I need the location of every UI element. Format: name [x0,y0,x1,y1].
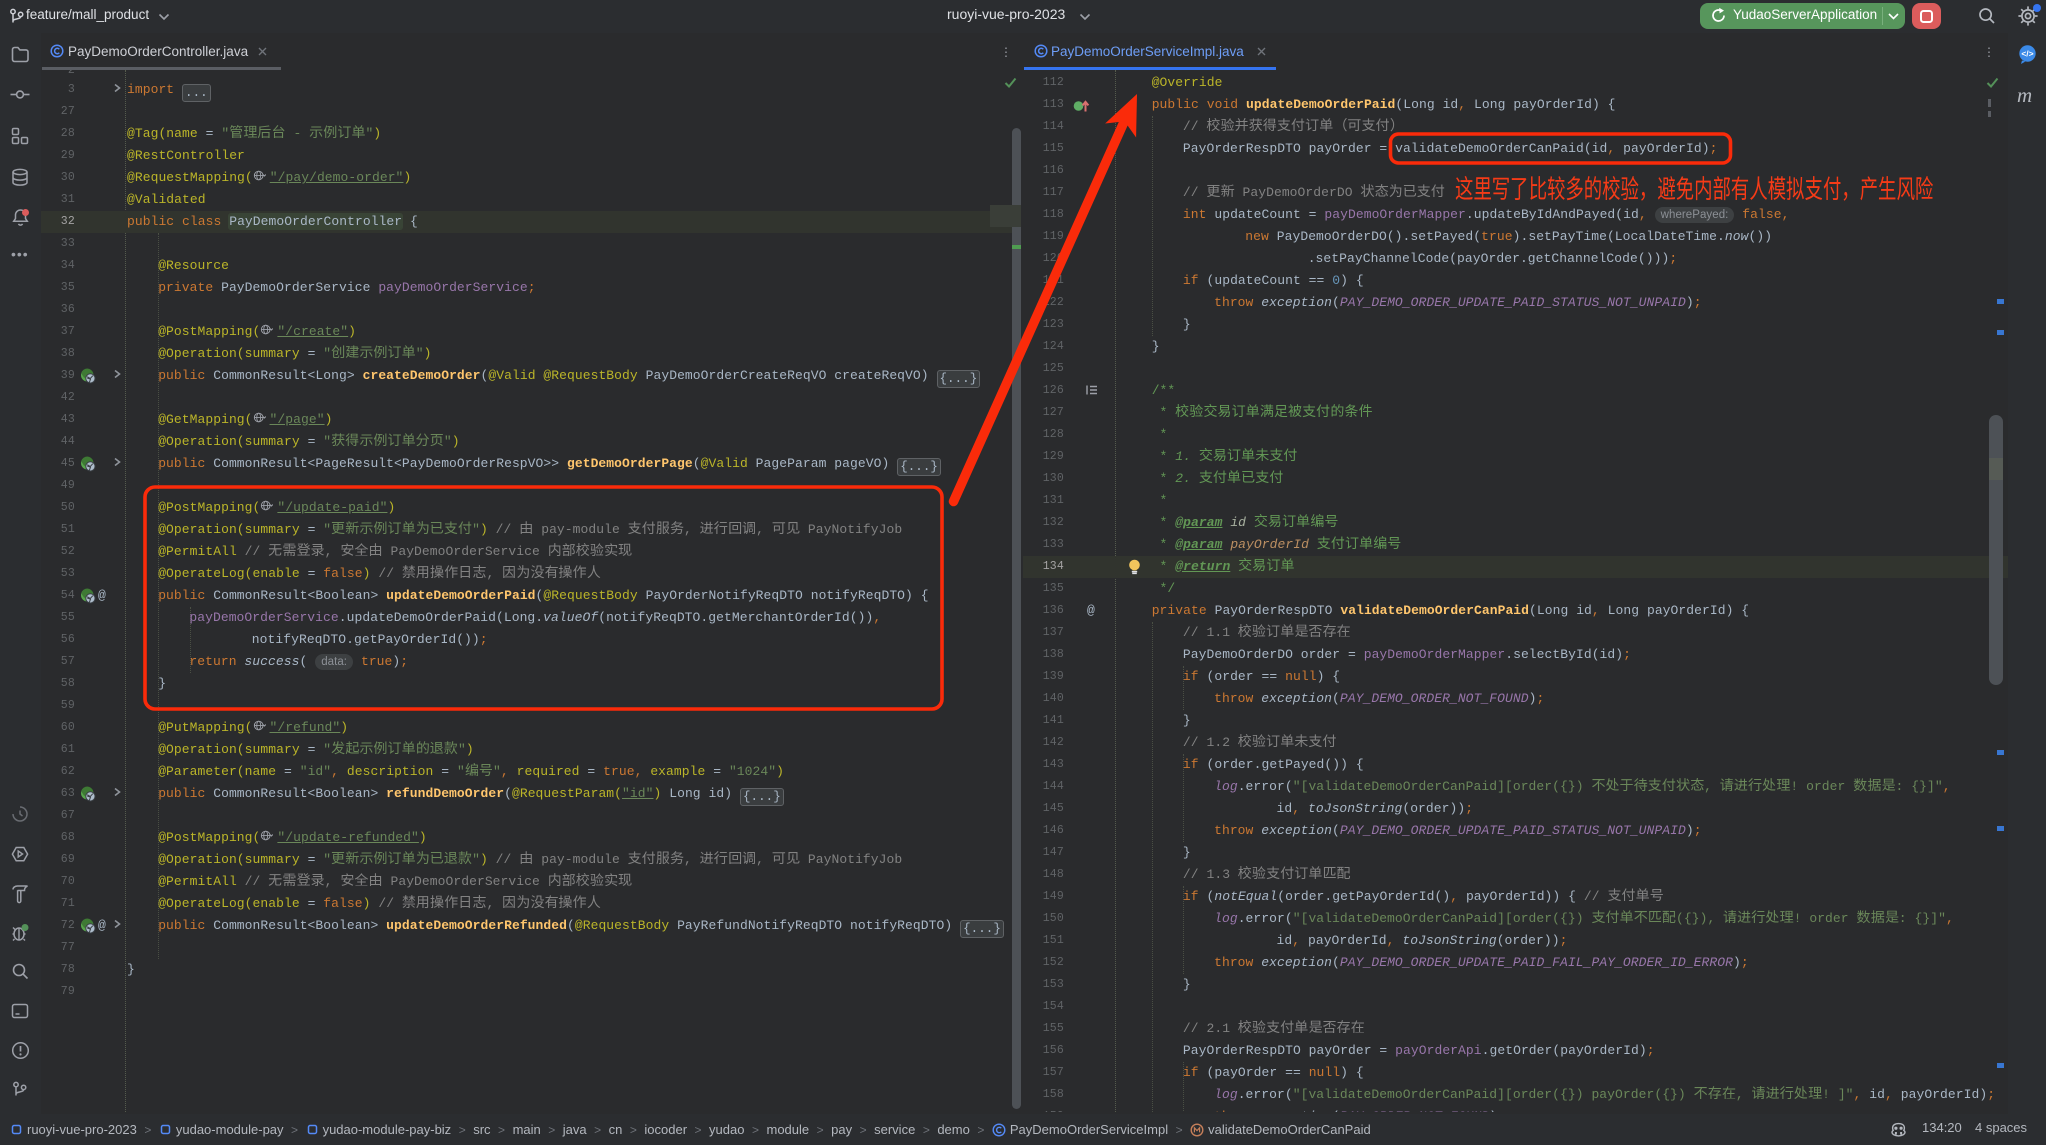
svg-text:</>: </> [2021,49,2033,59]
